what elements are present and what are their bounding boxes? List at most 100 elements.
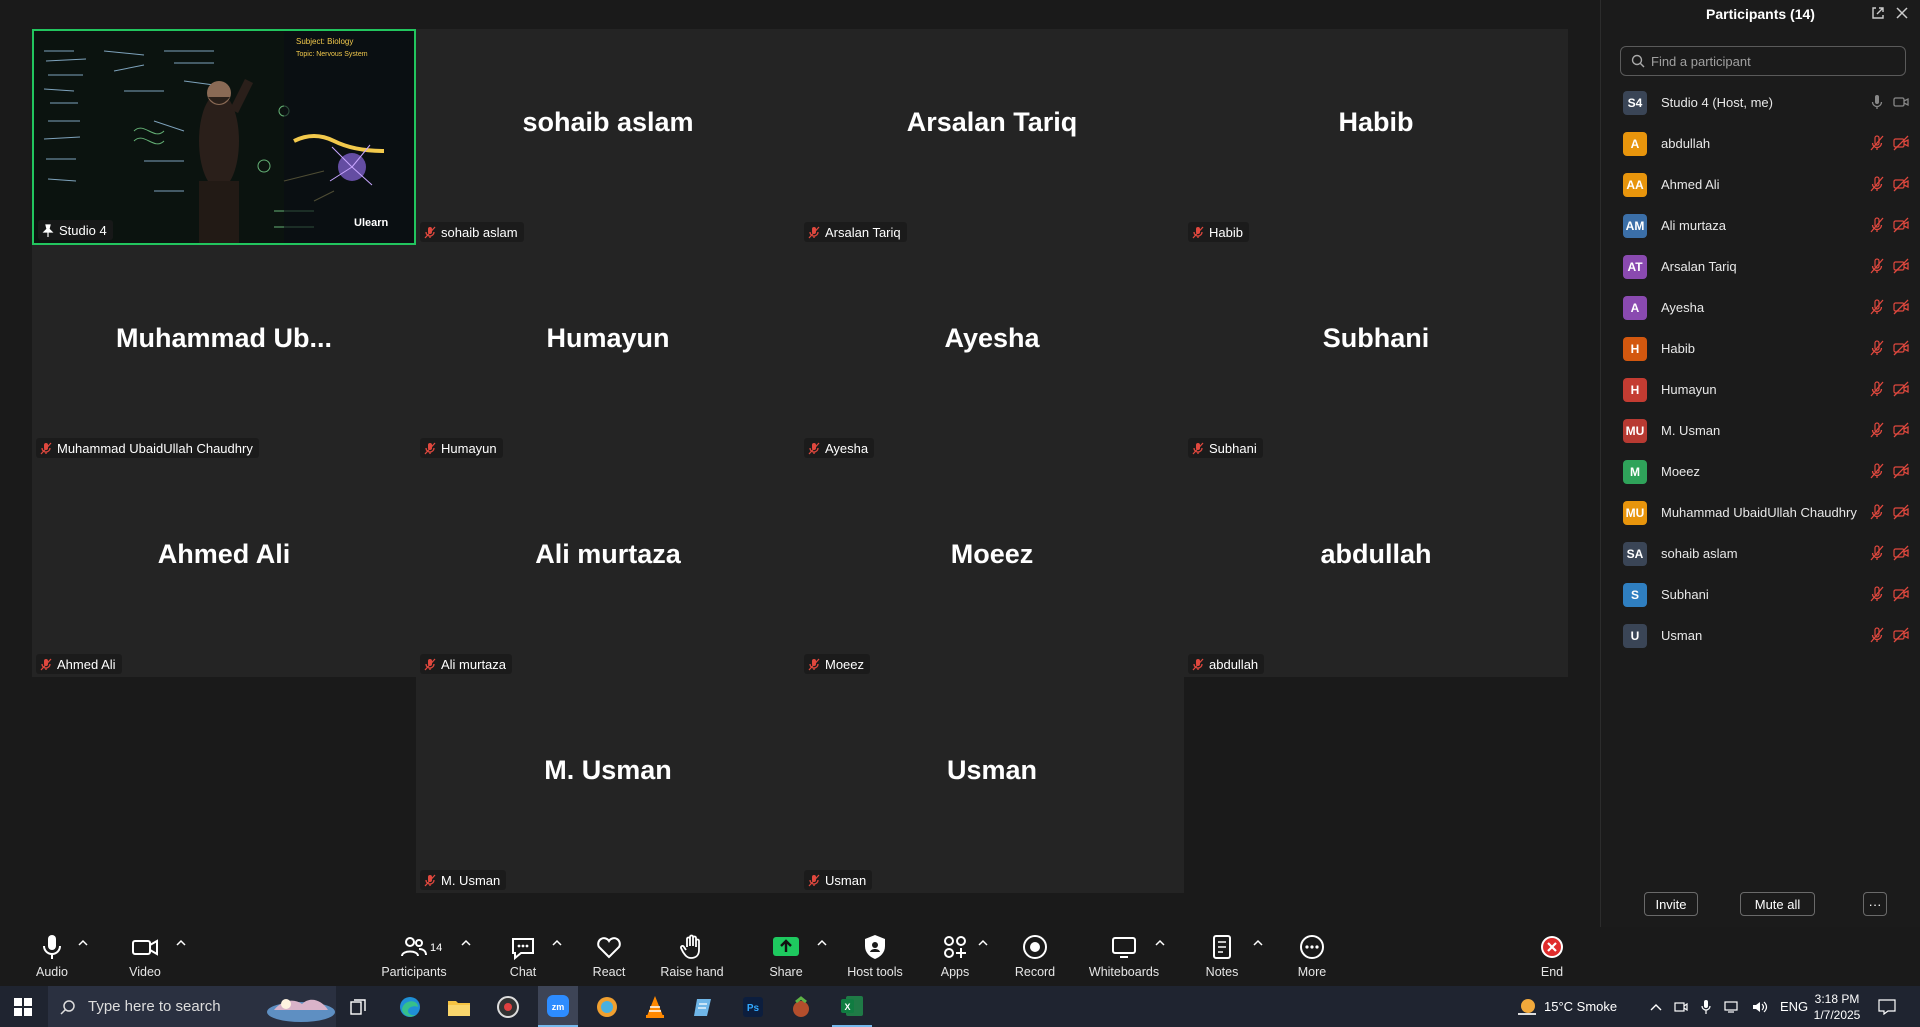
participant-tile[interactable]: Subhani Subhani: [1184, 245, 1568, 461]
participant-row[interactable]: S4 Studio 4 (Host, me): [1601, 82, 1920, 123]
muted-mic-icon[interactable]: [1869, 545, 1885, 561]
participant-tile[interactable]: Muhammad Ub... Muhammad UbaidUllah Chaudh…: [32, 245, 416, 461]
participant-tile[interactable]: sohaib aslam sohaib aslam: [416, 29, 800, 245]
raise-hand-button[interactable]: Raise hand: [660, 933, 724, 983]
vlc-icon[interactable]: [637, 986, 673, 1027]
camera-off-icon[interactable]: [1893, 135, 1909, 151]
muted-mic-icon[interactable]: [1869, 463, 1885, 479]
camera-off-icon[interactable]: [1893, 176, 1909, 192]
muted-mic-icon[interactable]: [1869, 422, 1885, 438]
participant-tile[interactable]: Habib Habib: [1184, 29, 1568, 245]
notepad-icon[interactable]: [686, 986, 722, 1027]
share-button[interactable]: Share: [769, 933, 803, 983]
participant-tile[interactable]: Ali murtaza Ali murtaza: [416, 461, 800, 677]
excel-icon[interactable]: X: [832, 986, 872, 1027]
chat-caret-icon[interactable]: [552, 939, 562, 947]
network-icon[interactable]: [1724, 1000, 1740, 1014]
react-button[interactable]: React: [592, 933, 626, 983]
task-view-icon[interactable]: [344, 986, 374, 1027]
participant-tile[interactable]: Humayun Humayun: [416, 245, 800, 461]
panel-more-button[interactable]: ···: [1863, 892, 1887, 916]
microphone-tray-icon[interactable]: [1700, 999, 1712, 1015]
participant-search[interactable]: [1620, 46, 1906, 76]
participant-row[interactable]: H Habib: [1601, 328, 1920, 369]
participant-row[interactable]: AA Ahmed Ali: [1601, 164, 1920, 205]
participant-tile[interactable]: Ahmed Ali Ahmed Ali: [32, 461, 416, 677]
record-button[interactable]: Record: [1014, 933, 1056, 983]
apps-button[interactable]: Apps: [940, 933, 970, 983]
clock[interactable]: 3:18 PM 1/7/2025: [1802, 986, 1872, 1027]
camera-off-icon[interactable]: [1893, 463, 1909, 479]
tray-overflow-icon[interactable]: [1650, 1002, 1662, 1012]
whiteboards-button[interactable]: Whiteboards: [1089, 933, 1159, 983]
camera-off-icon[interactable]: [1893, 381, 1909, 397]
muted-mic-icon[interactable]: [1869, 258, 1885, 274]
muted-mic-icon[interactable]: [1869, 299, 1885, 315]
file-explorer-icon[interactable]: [441, 986, 477, 1027]
audio-caret-icon[interactable]: [78, 939, 88, 947]
weather-widget[interactable]: 15°C Smoke: [1516, 986, 1617, 1027]
end-button[interactable]: End: [1536, 933, 1568, 983]
zoom-taskbar-icon[interactable]: zm: [538, 986, 578, 1027]
camera-off-icon[interactable]: [1893, 299, 1909, 315]
muted-mic-icon[interactable]: [1869, 340, 1885, 356]
participant-row[interactable]: Aabdullah: [1601, 123, 1920, 164]
participant-row[interactable]: SA sohaib aslam: [1601, 533, 1920, 574]
photoshop-icon[interactable]: Ps: [735, 986, 771, 1027]
invite-button[interactable]: Invite: [1644, 892, 1698, 916]
participant-row[interactable]: A Ayesha: [1601, 287, 1920, 328]
participant-tile[interactable]: Moeez Moeez: [800, 461, 1184, 677]
muted-mic-icon[interactable]: [1869, 217, 1885, 233]
muted-mic-icon[interactable]: [1869, 504, 1885, 520]
participant-tile[interactable]: Usman Usman: [800, 677, 1184, 893]
mute-all-button[interactable]: Mute all: [1740, 892, 1815, 916]
participant-row[interactable]: H Humayun: [1601, 369, 1920, 410]
muted-mic-icon[interactable]: [1869, 586, 1885, 602]
more-button[interactable]: More: [1296, 933, 1328, 983]
chat-button[interactable]: Chat: [508, 933, 538, 983]
app-icon[interactable]: [783, 986, 819, 1027]
camera-on-icon[interactable]: [1893, 94, 1909, 110]
participant-row[interactable]: AT Arsalan Tariq: [1601, 246, 1920, 287]
camera-off-icon[interactable]: [1893, 340, 1909, 356]
apps-caret-icon[interactable]: [978, 939, 988, 947]
volume-icon[interactable]: [1752, 1000, 1768, 1014]
mic-on-icon[interactable]: [1869, 94, 1885, 110]
participant-tile[interactable]: Ayesha Ayesha: [800, 245, 1184, 461]
notifications-icon[interactable]: [1872, 986, 1902, 1027]
participant-row[interactable]: MU M. Usman: [1601, 410, 1920, 451]
participant-tile[interactable]: abdullah abdullah: [1184, 461, 1568, 677]
notes-button[interactable]: Notes: [1205, 933, 1239, 983]
participant-row[interactable]: S Subhani: [1601, 574, 1920, 615]
participant-row[interactable]: AM Ali murtaza: [1601, 205, 1920, 246]
audio-button[interactable]: Audio: [35, 933, 69, 983]
camera-off-icon[interactable]: [1893, 504, 1909, 520]
participant-row[interactable]: U Usman: [1601, 615, 1920, 656]
camera-off-icon[interactable]: [1893, 422, 1909, 438]
screen-recorder-icon[interactable]: [490, 986, 526, 1027]
participants-button[interactable]: Participants: [381, 933, 447, 983]
camera-off-icon[interactable]: [1893, 586, 1909, 602]
muted-mic-icon[interactable]: [1869, 135, 1885, 151]
search-input[interactable]: [1651, 53, 1891, 69]
pop-out-icon[interactable]: [1870, 5, 1886, 21]
video-button[interactable]: Video: [128, 933, 162, 983]
participant-row[interactable]: MU Muhammad UbaidUllah Chaudhry: [1601, 492, 1920, 533]
browser-icon[interactable]: [589, 986, 625, 1027]
participants-caret-icon[interactable]: [461, 939, 471, 947]
meet-now-icon[interactable]: [1674, 1000, 1688, 1014]
whiteboards-caret-icon[interactable]: [1155, 939, 1165, 947]
participant-tile[interactable]: M. Usman M. Usman: [416, 677, 800, 893]
active-speaker-tile[interactable]: Subject: Biology Topic: Nervous System U…: [32, 29, 416, 245]
video-caret-icon[interactable]: [176, 939, 186, 947]
camera-off-icon[interactable]: [1893, 545, 1909, 561]
muted-mic-icon[interactable]: [1869, 627, 1885, 643]
start-button[interactable]: [0, 986, 46, 1027]
edge-browser-icon[interactable]: [392, 986, 428, 1027]
taskbar-search[interactable]: Type here to search: [48, 986, 336, 1027]
camera-off-icon[interactable]: [1893, 217, 1909, 233]
muted-mic-icon[interactable]: [1869, 176, 1885, 192]
close-icon[interactable]: [1894, 5, 1910, 21]
participant-tile[interactable]: Arsalan Tariq Arsalan Tariq: [800, 29, 1184, 245]
muted-mic-icon[interactable]: [1869, 381, 1885, 397]
